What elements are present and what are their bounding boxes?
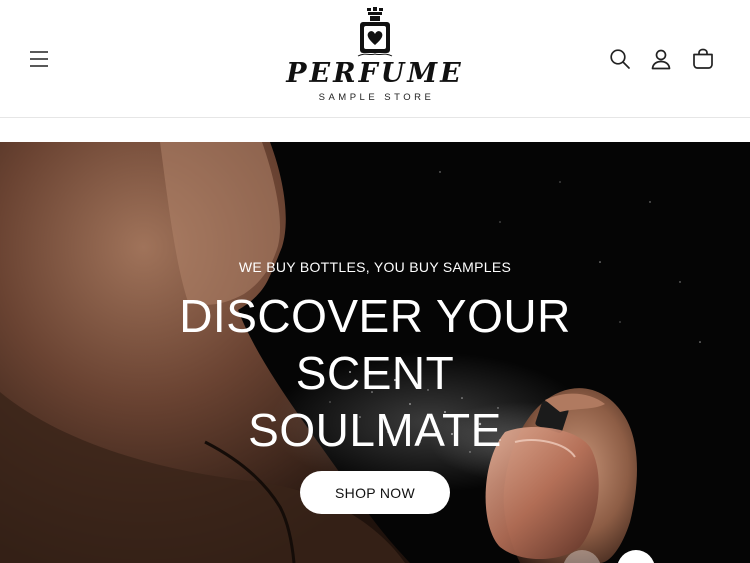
- hero-title-line-2: SOULMATE: [248, 404, 502, 456]
- header-spacer: [0, 119, 750, 142]
- menu-button[interactable]: [21, 41, 57, 77]
- hero-title: DISCOVER YOUR SCENT SOULMATE: [95, 288, 655, 459]
- site-header: PERFUME SAMPLE STORE: [0, 0, 750, 118]
- hero-title-line-1: DISCOVER YOUR SCENT: [179, 290, 571, 399]
- shop-now-button[interactable]: SHOP NOW: [300, 471, 450, 514]
- perfume-bottle-icon: [357, 7, 393, 57]
- hero-banner: WE BUY BOTTLES, YOU BUY SAMPLES DISCOVER…: [0, 142, 750, 563]
- store-logo[interactable]: PERFUME SAMPLE STORE: [286, 6, 461, 114]
- cart-icon: [693, 48, 713, 69]
- logo-wordmark: PERFUME: [286, 58, 464, 89]
- hero-content: WE BUY BOTTLES, YOU BUY SAMPLES DISCOVER…: [0, 142, 750, 563]
- menu-icon: [30, 51, 48, 67]
- cart-button[interactable]: [685, 41, 721, 77]
- hero-tagline: WE BUY BOTTLES, YOU BUY SAMPLES: [238, 259, 512, 275]
- search-icon: [610, 49, 630, 69]
- account-icon: [651, 49, 671, 70]
- logo-subtitle: SAMPLE STORE: [318, 92, 435, 103]
- search-button[interactable]: [602, 41, 638, 77]
- account-button[interactable]: [643, 41, 679, 77]
